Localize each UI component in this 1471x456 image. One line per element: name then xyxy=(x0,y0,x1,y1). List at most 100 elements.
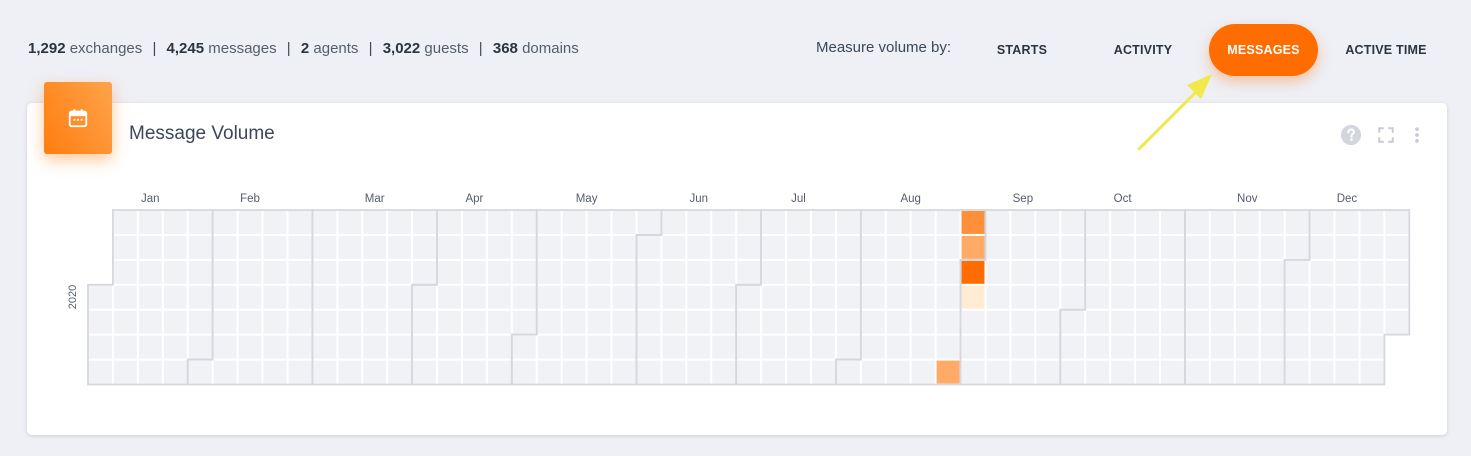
heatmap-day-cell[interactable] xyxy=(138,285,162,309)
heatmap-day-cell[interactable] xyxy=(1185,285,1209,309)
heatmap-day-cell[interactable] xyxy=(1260,260,1284,284)
heatmap-day-cell[interactable] xyxy=(1011,335,1035,359)
heatmap-day-cell[interactable] xyxy=(213,260,237,284)
heatmap-day-cell[interactable] xyxy=(836,285,860,309)
heatmap-day-cell[interactable] xyxy=(1335,211,1359,234)
heatmap-day-cell[interactable] xyxy=(188,310,212,334)
heatmap-day-cell[interactable] xyxy=(811,211,835,234)
heatmap-day-cell[interactable] xyxy=(1310,285,1334,309)
heatmap-day-cell[interactable] xyxy=(537,310,561,334)
heatmap-day-cell[interactable] xyxy=(1235,360,1259,384)
heatmap-day-cell[interactable] xyxy=(313,310,337,334)
heatmap-day-cell[interactable] xyxy=(1111,260,1135,284)
heatmap-day-cell[interactable] xyxy=(1360,211,1384,234)
heatmap-day-cell[interactable] xyxy=(1235,310,1259,334)
heatmap-day-cell[interactable] xyxy=(263,235,287,259)
heatmap-day-cell[interactable] xyxy=(113,211,137,234)
heatmap-day-cell[interactable] xyxy=(1061,335,1085,359)
heatmap-day-cell[interactable] xyxy=(936,211,960,234)
heatmap-day-cell[interactable] xyxy=(238,335,262,359)
heatmap-day-cell[interactable] xyxy=(1335,285,1359,309)
heatmap-day-cell[interactable] xyxy=(587,335,611,359)
heatmap-day-cell[interactable] xyxy=(836,235,860,259)
heatmap-day-cell[interactable] xyxy=(811,285,835,309)
heatmap-day-cell[interactable] xyxy=(89,285,112,309)
heatmap-day-cell[interactable] xyxy=(737,335,761,359)
heatmap-day-cell[interactable] xyxy=(936,310,960,334)
heatmap-day-cell[interactable] xyxy=(1385,211,1409,234)
heatmap-day-cell[interactable] xyxy=(762,310,786,334)
heatmap-day-cell[interactable] xyxy=(338,211,362,234)
heatmap-day-cell[interactable] xyxy=(1235,211,1259,234)
heatmap-day-cell[interactable] xyxy=(1086,285,1110,309)
heatmap-day-cell[interactable] xyxy=(1335,310,1359,334)
heatmap-day-cell[interactable] xyxy=(1335,235,1359,259)
heatmap-day-cell[interactable] xyxy=(188,260,212,284)
heatmap-day-cell[interactable] xyxy=(1011,310,1035,334)
heatmap-day-cell[interactable] xyxy=(737,235,761,259)
heatmap-day-cell[interactable] xyxy=(288,211,312,234)
heatmap-day-cell[interactable] xyxy=(1310,260,1334,284)
heatmap-day-cell[interactable] xyxy=(413,235,437,259)
heatmap-day-cell[interactable] xyxy=(662,260,686,284)
heatmap-day-cell[interactable] xyxy=(886,211,910,234)
heatmap-day-cell[interactable] xyxy=(662,335,686,359)
heatmap-day-cell[interactable] xyxy=(836,335,860,359)
heatmap-day-cell[interactable] xyxy=(587,285,611,309)
heatmap-day-cell[interactable] xyxy=(836,360,860,384)
heatmap-day-cell[interactable] xyxy=(1235,260,1259,284)
heatmap-day-cell[interactable] xyxy=(861,335,885,359)
heatmap-day-cell[interactable] xyxy=(1260,360,1284,384)
heatmap-day-cell[interactable] xyxy=(1086,310,1110,334)
heatmap-day-cell[interactable] xyxy=(462,211,486,234)
heatmap-day-cell[interactable] xyxy=(986,310,1010,334)
heatmap-day-cell[interactable] xyxy=(886,260,910,284)
heatmap-day-cell[interactable] xyxy=(737,310,761,334)
heatmap-day-cell[interactable] xyxy=(438,211,461,234)
heatmap-day-cell[interactable] xyxy=(113,235,137,259)
heatmap-day-cell[interactable] xyxy=(413,285,437,309)
heatmap-day-cell[interactable] xyxy=(537,285,561,309)
heatmap-day-cell[interactable] xyxy=(637,310,661,334)
heatmap-day-cell[interactable] xyxy=(986,335,1010,359)
heatmap-day-cell[interactable] xyxy=(363,310,387,334)
heatmap-day-cell[interactable] xyxy=(487,211,511,234)
heatmap-day-cell[interactable] xyxy=(1160,335,1184,359)
heatmap-day-cell[interactable] xyxy=(637,260,661,284)
heatmap-day-cell[interactable] xyxy=(163,235,187,259)
heatmap-day-cell[interactable] xyxy=(737,285,761,309)
heatmap-day-cell[interactable] xyxy=(787,235,810,259)
heatmap-day-cell[interactable] xyxy=(1260,211,1284,234)
heatmap-day-cell[interactable] xyxy=(1235,335,1259,359)
heatmap-day-cell[interactable] xyxy=(911,310,935,334)
heatmap-day-cell[interactable] xyxy=(438,260,461,284)
heatmap-day-cell[interactable] xyxy=(562,211,586,234)
heatmap-day-cell[interactable] xyxy=(612,360,636,384)
heatmap-day-cell[interactable] xyxy=(612,235,636,259)
heatmap-day-cell[interactable] xyxy=(1260,285,1284,309)
heatmap-day-cell[interactable] xyxy=(562,235,586,259)
heatmap-day-cell[interactable] xyxy=(911,360,935,384)
heatmap-day-cell[interactable] xyxy=(662,310,686,334)
heatmap-day-cell[interactable] xyxy=(487,260,511,284)
heatmap-day-cell[interactable] xyxy=(288,235,312,259)
heatmap-day-cell[interactable] xyxy=(587,235,611,259)
heatmap-day-cell[interactable] xyxy=(787,285,810,309)
heatmap-day-cell[interactable] xyxy=(388,260,412,284)
heatmap-day-cell[interactable] xyxy=(138,235,162,259)
heatmap-day-cell[interactable] xyxy=(1136,335,1159,359)
heatmap-day-cell[interactable] xyxy=(1260,310,1284,334)
heatmap-day-cell[interactable] xyxy=(1360,235,1384,259)
heatmap-day-cell[interactable] xyxy=(438,235,461,259)
heatmap-day-cell[interactable] xyxy=(363,360,387,384)
heatmap-day-cell[interactable] xyxy=(811,235,835,259)
heatmap-day-cell[interactable] xyxy=(1185,335,1209,359)
heatmap-day-cell[interactable] xyxy=(138,335,162,359)
heatmap-day-cell[interactable] xyxy=(1111,360,1135,384)
heatmap-day-cell[interactable] xyxy=(338,285,362,309)
heatmap-day-cell[interactable] xyxy=(811,310,835,334)
heatmap-day-cell[interactable] xyxy=(363,285,387,309)
heatmap-day-cell[interactable] xyxy=(1335,260,1359,284)
heatmap-day-cell[interactable] xyxy=(936,235,960,259)
heatmap-day-cell[interactable] xyxy=(1235,235,1259,259)
